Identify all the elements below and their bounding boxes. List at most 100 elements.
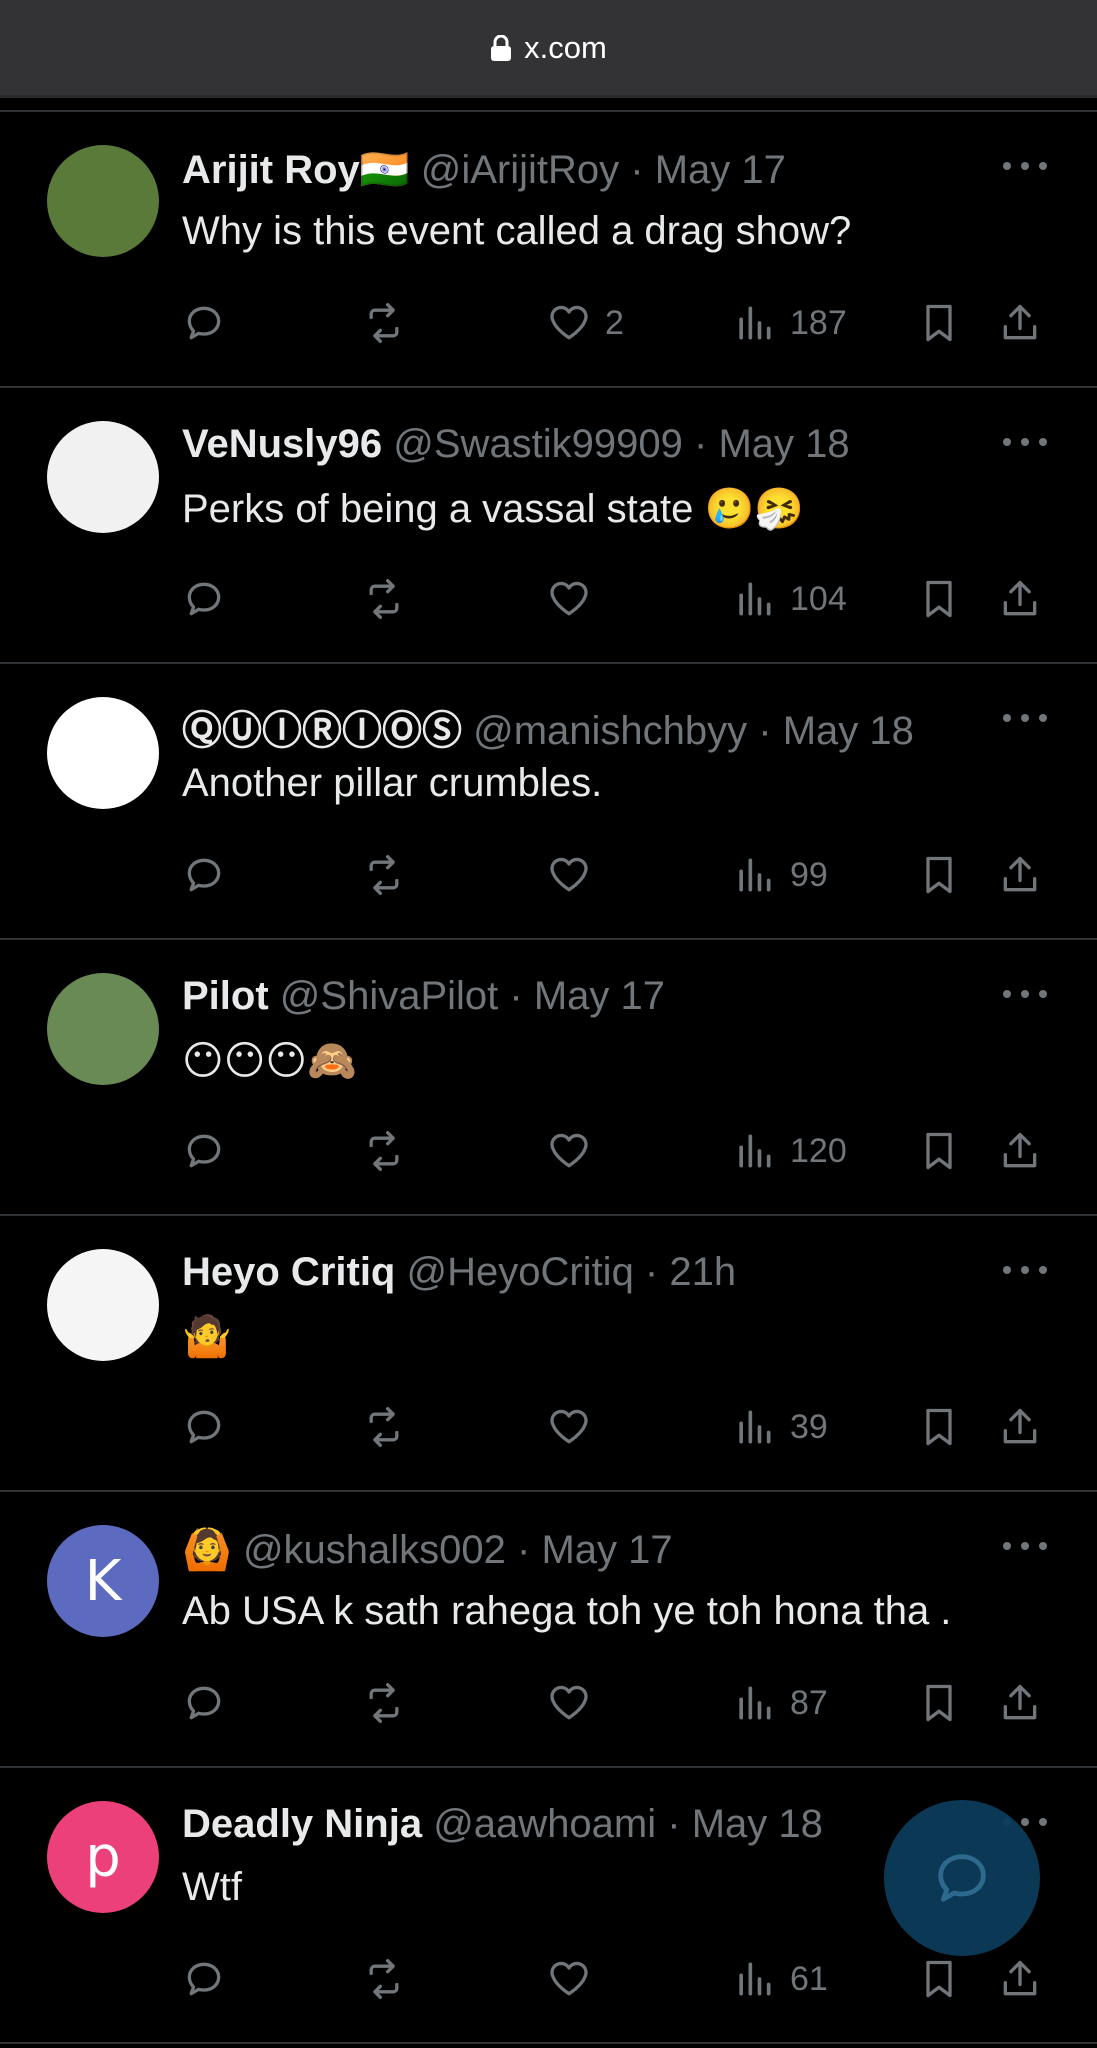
bookmark-button[interactable] xyxy=(917,298,961,348)
display-name[interactable]: Arijit Roy🇮🇳 xyxy=(182,148,410,192)
user-handle[interactable]: @ShivaPilot xyxy=(280,974,498,1018)
repost-button[interactable] xyxy=(362,850,406,900)
tweet[interactable]: VeNusly96 @Swastik99909 · May 18 Perks o… xyxy=(0,388,1097,664)
like-button[interactable] xyxy=(547,1678,605,1728)
avatar[interactable] xyxy=(47,145,159,257)
like-button[interactable]: 2 xyxy=(547,298,624,348)
avatar[interactable] xyxy=(47,421,159,533)
like-button[interactable] xyxy=(547,574,605,624)
display-name[interactable]: Heyo Critiq xyxy=(182,1250,395,1294)
share-button[interactable] xyxy=(998,850,1042,900)
heart-icon xyxy=(550,305,588,340)
compose-reply-button[interactable] xyxy=(884,1800,1040,1956)
views-button[interactable]: 120 xyxy=(732,1126,847,1176)
more-options-icon[interactable] xyxy=(1001,1264,1049,1276)
tweet-date[interactable]: May 18 xyxy=(718,422,849,466)
display-name[interactable]: Deadly Ninja xyxy=(182,1802,422,1846)
bookmark-button[interactable] xyxy=(917,1126,961,1176)
reply-button[interactable] xyxy=(182,850,226,900)
bookmark-button[interactable] xyxy=(917,1678,961,1728)
share-button[interactable] xyxy=(998,1402,1042,1452)
like-button[interactable] xyxy=(547,1126,605,1176)
reply-icon xyxy=(187,1962,221,1996)
tweet-text: Wtf xyxy=(182,1865,242,1909)
avatar[interactable] xyxy=(47,1249,159,1361)
display-name[interactable]: VeNusly96 xyxy=(182,422,382,466)
views-button[interactable]: 104 xyxy=(732,574,847,624)
share-button[interactable] xyxy=(998,1954,1042,2004)
share-button[interactable] xyxy=(998,1678,1042,1728)
avatar[interactable]: p xyxy=(47,1801,159,1913)
more-options-icon[interactable] xyxy=(1001,712,1049,724)
display-name[interactable]: 🙆 xyxy=(182,1528,232,1572)
avatar[interactable] xyxy=(47,973,159,1085)
reply-icon xyxy=(187,1134,221,1168)
user-handle[interactable]: @aawhoami xyxy=(433,1802,656,1846)
bookmark-button[interactable] xyxy=(917,1954,961,2004)
reply-button[interactable] xyxy=(182,1126,226,1176)
reply-button[interactable] xyxy=(182,1678,226,1728)
share-icon xyxy=(1003,1960,1037,1996)
views-icon xyxy=(739,1686,771,1720)
user-handle[interactable]: @kushalks002 xyxy=(243,1528,506,1572)
tweet-date[interactable]: May 17 xyxy=(534,974,665,1018)
tweet-actions: 99 xyxy=(182,850,1057,900)
reply-button[interactable] xyxy=(182,1402,226,1452)
display-name[interactable]: Pilot xyxy=(182,974,269,1018)
tweet[interactable]: Pilot @ShivaPilot · May 17 😶😶😶🙈 120 xyxy=(0,940,1097,1216)
tweet[interactable]: K 🙆 @kushalks002 · May 17 Ab USA k sath … xyxy=(0,1492,1097,1768)
reply-button[interactable] xyxy=(182,298,226,348)
repost-button[interactable] xyxy=(362,298,406,348)
address-bar[interactable]: x.com xyxy=(0,0,1097,98)
tweet-date[interactable]: May 17 xyxy=(541,1528,672,1572)
reply-icon xyxy=(187,582,221,616)
tweet-date[interactable]: May 18 xyxy=(783,709,914,753)
user-handle[interactable]: @manishchbyy xyxy=(473,709,747,753)
more-options-icon[interactable] xyxy=(1001,160,1049,172)
user-handle[interactable]: @iArijitRoy xyxy=(421,148,619,192)
display-name[interactable]: ⓆⓊⒾⓇⒾⓄⓈ xyxy=(182,709,462,753)
share-icon xyxy=(1003,1408,1037,1444)
reply-button[interactable] xyxy=(182,574,226,624)
tweet[interactable]: ⓆⓊⒾⓇⒾⓄⓈ @manishchbyy · May 18 Another pi… xyxy=(0,664,1097,940)
like-button[interactable] xyxy=(547,850,605,900)
tweet-meta: @HeyoCritiq · 21h xyxy=(406,1250,737,1294)
share-button[interactable] xyxy=(998,1126,1042,1176)
tweet-date[interactable]: 21h xyxy=(669,1250,736,1294)
repost-icon xyxy=(369,1131,399,1171)
views-button[interactable]: 39 xyxy=(732,1402,828,1452)
views-button[interactable]: 61 xyxy=(732,1954,828,2004)
tweet[interactable]: Heyo Critiq @HeyoCritiq · 21h 🤷 39 xyxy=(0,1216,1097,1492)
tweet[interactable]: Arijit Roy🇮🇳 @iArijitRoy · May 17 Why is… xyxy=(0,112,1097,388)
bookmark-button[interactable] xyxy=(917,574,961,624)
share-button[interactable] xyxy=(998,298,1042,348)
tweet-actions: 87 xyxy=(182,1678,1057,1728)
heart-icon xyxy=(550,857,588,892)
more-options-icon[interactable] xyxy=(1001,988,1049,1000)
more-options-icon[interactable] xyxy=(1001,1540,1049,1552)
more-options-icon[interactable] xyxy=(1001,436,1049,448)
repost-button[interactable] xyxy=(362,1678,406,1728)
bookmark-button[interactable] xyxy=(917,850,961,900)
share-button[interactable] xyxy=(998,574,1042,624)
views-button[interactable]: 187 xyxy=(732,298,847,348)
repost-button[interactable] xyxy=(362,1126,406,1176)
views-button[interactable]: 99 xyxy=(732,850,828,900)
user-handle[interactable]: @HeyoCritiq xyxy=(406,1250,633,1294)
like-button[interactable] xyxy=(547,1402,605,1452)
tweet-date[interactable]: May 18 xyxy=(692,1802,823,1846)
tweet-actions: 61 xyxy=(182,1954,1057,2004)
views-button[interactable]: 87 xyxy=(732,1678,828,1728)
bookmark-button[interactable] xyxy=(917,1402,961,1452)
like-button[interactable] xyxy=(547,1954,605,2004)
avatar[interactable]: K xyxy=(47,1525,159,1637)
repost-button[interactable] xyxy=(362,574,406,624)
reply-button[interactable] xyxy=(182,1954,226,2004)
avatar[interactable] xyxy=(47,697,159,809)
repost-button[interactable] xyxy=(362,1402,406,1452)
repost-button[interactable] xyxy=(362,1954,406,2004)
bookmark-icon xyxy=(926,1132,952,1170)
url-domain: x.com xyxy=(524,29,607,65)
tweet-date[interactable]: May 17 xyxy=(655,148,786,192)
user-handle[interactable]: @Swastik99909 xyxy=(393,422,683,466)
